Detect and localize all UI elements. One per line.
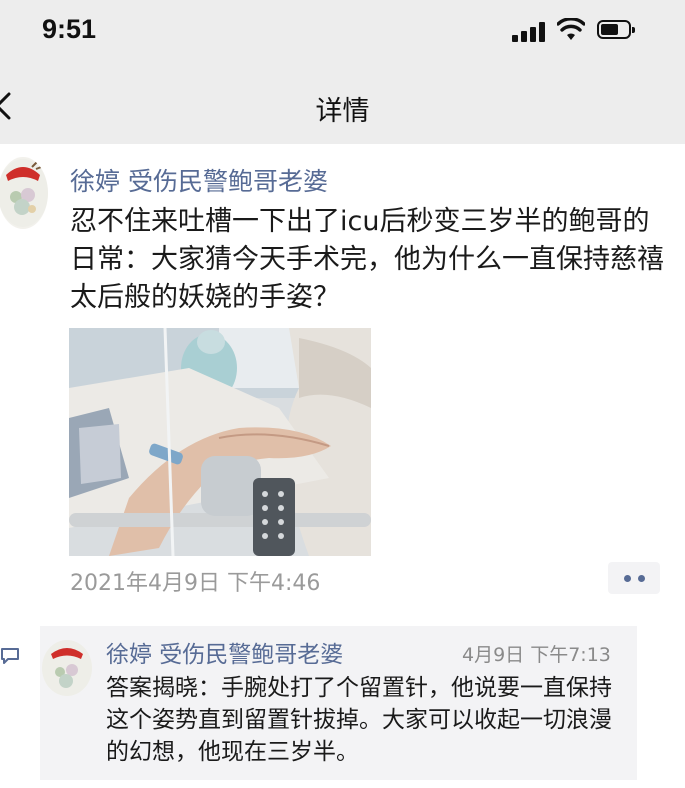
post-author-name[interactable]: 徐婷 受伤民警鲍哥老婆 [70, 162, 328, 198]
comment-author-name[interactable]: 徐婷 受伤民警鲍哥老婆 [106, 635, 343, 669]
status-time: 9:51 [42, 14, 97, 44]
comment-avatar[interactable] [42, 640, 92, 696]
nav-bar: 详情 [0, 64, 685, 144]
comment-timestamp: 4月9日 下午7:13 [462, 644, 611, 666]
cellular-signal-icon [512, 22, 548, 42]
comment-bubble-icon [1, 648, 19, 664]
comment-text: 答案揭晓：手腕处打了个留置针，他说要一直保持这个姿势直到留置针拔掉。大家可以收起… [106, 675, 612, 765]
battery-icon [597, 20, 635, 39]
wifi-icon [557, 18, 585, 40]
post-avatar[interactable] [0, 157, 48, 229]
post-photo[interactable] [69, 328, 371, 556]
post-text: 忍不住来吐槽一下出了icu后秒变三岁半的鲍哥的日常：大家猜今天手术完，他为什么一… [70, 206, 664, 313]
page-title: 详情 [315, 96, 370, 127]
post-timestamp: 2021年4月9日 下午4:46 [70, 571, 321, 596]
status-bar: 9:51 [0, 0, 685, 64]
more-options-button[interactable] [608, 562, 660, 594]
